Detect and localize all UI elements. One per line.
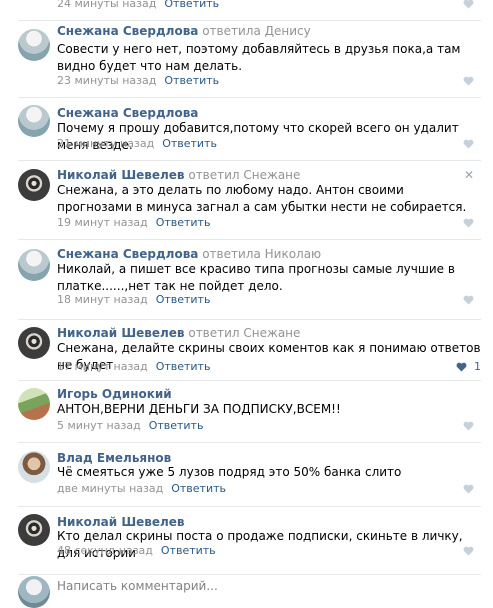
like-count: 1	[474, 360, 481, 373]
comment-meta: 5 минут назад Ответить	[57, 419, 203, 433]
reply-link[interactable]: Ответить	[149, 419, 204, 432]
like-icon[interactable]	[463, 139, 474, 149]
comment-time[interactable]: 19 минут назад	[57, 216, 148, 229]
comment-item: Влад Емельянов Чё смеяться уже 5 лузов по…	[0, 442, 493, 506]
author-name-link[interactable]: Николай Шевелев	[57, 326, 185, 340]
author-name-link[interactable]: Николай Шевелев	[57, 168, 185, 182]
comment-separator	[18, 239, 481, 240]
avatar	[18, 576, 50, 608]
comment-author-line: Игорь Одинокий	[57, 386, 172, 402]
comment-author-line: Снежана Свердлова ответила Николаю	[57, 246, 321, 262]
author-name-link[interactable]: Влад Емельянов	[57, 451, 171, 465]
comment-separator	[18, 20, 481, 21]
comment-item: Николай Шевелев ответил Снежане Снежана, …	[0, 319, 493, 380]
like-icon[interactable]	[463, 484, 474, 494]
close-icon[interactable]: ✕	[464, 169, 474, 181]
avatar[interactable]	[18, 249, 50, 281]
comment-input[interactable]: Написать комментарий...	[57, 579, 218, 593]
comment-time: 24 минуты назад	[57, 0, 157, 10]
comment-author-line: Николай Шевелев ответил Снежане	[57, 325, 300, 341]
comment-time[interactable]: 5 минут назад	[57, 419, 141, 432]
comment-separator	[18, 506, 481, 507]
comment-item: Снежана Свердлова ответила Денису Совести…	[0, 20, 493, 97]
reply-link[interactable]: Ответить	[171, 482, 226, 495]
avatar[interactable]	[18, 388, 50, 420]
like-icon[interactable]	[463, 546, 474, 556]
reply-to-link[interactable]: ответила Денису	[198, 24, 311, 38]
comment-meta: 21 минуту назад Ответить	[57, 137, 217, 151]
avatar[interactable]	[18, 327, 50, 359]
comment-meta: 17 минут назад Ответить	[57, 360, 210, 374]
comment-time[interactable]: 18 минут назад	[57, 293, 148, 306]
author-name-link[interactable]: Снежана Свердлова	[57, 106, 198, 120]
author-name-link[interactable]: Снежана Свердлова	[57, 247, 198, 261]
reply-link[interactable]: Ответить	[156, 360, 211, 373]
comment-author-line: Снежана Свердлова ответила Денису	[57, 23, 311, 39]
like-icon[interactable]	[463, 76, 474, 86]
comment-time[interactable]: 48 секунд назад	[57, 544, 153, 557]
reply-link[interactable]: Ответить	[156, 216, 211, 229]
comments-feed: 24 минуты назад Ответить Снежана Свердлов…	[0, 0, 493, 589]
reply-link[interactable]: Ответить	[161, 544, 216, 557]
author-name-link[interactable]: Снежана Свердлова	[57, 24, 198, 38]
comment-text: АНТОН,ВЕРНИ ДЕНЬГИ ЗА ПОДПИСКУ,ВСЕМ!!	[57, 402, 341, 416]
comment-meta: 18 минут назад Ответить	[57, 293, 210, 307]
comment-time[interactable]: 21 минуту назад	[57, 137, 154, 150]
comment-text: Снежана, а это делать по любому надо. Ан…	[57, 183, 467, 214]
reply-link[interactable]: Ответить	[156, 293, 211, 306]
comment-time[interactable]: две минуты назад	[57, 482, 163, 495]
avatar[interactable]	[18, 29, 50, 61]
reply-link[interactable]: Ответить	[162, 137, 217, 150]
comment-composer[interactable]: Написать комментарий...	[0, 574, 493, 608]
reply-to-link[interactable]: ответил Снежане	[185, 326, 300, 340]
like-icon[interactable]	[463, 295, 474, 305]
avatar[interactable]	[18, 514, 50, 546]
author-name-link[interactable]: Игорь Одинокий	[57, 387, 172, 401]
reply-to-link[interactable]: ответила Николаю	[198, 247, 321, 261]
comment-item: Николай Шевелев Кто делал скрины поста о …	[0, 506, 493, 570]
comment-separator	[18, 160, 481, 161]
comment-text: Чё смеяться уже 5 лузов подряд это 50% б…	[57, 465, 402, 479]
comment-item: Снежана Свердлова ответила Николаю Никола…	[0, 239, 493, 319]
like-icon[interactable]	[456, 362, 467, 372]
comment-meta: 19 минут назад Ответить	[57, 216, 210, 230]
comment-separator	[18, 380, 481, 381]
like-icon[interactable]	[463, 421, 474, 431]
comment-time[interactable]: 17 минут назад	[57, 360, 148, 373]
comment-meta: 48 секунд назад Ответить	[57, 544, 216, 558]
comment-item: Николай Шевелев ответил Снежане Снежана, …	[0, 160, 493, 239]
comment-author-line: Снежана Свердлова	[57, 105, 198, 121]
avatar[interactable]	[18, 451, 50, 483]
reply-link[interactable]: Ответить	[164, 74, 219, 87]
comment-text: Николай, а пишет все красиво типа прогно…	[57, 262, 455, 293]
reply-to-link[interactable]: ответил Снежане	[185, 168, 300, 182]
comment-time[interactable]: 23 минуты назад	[57, 74, 156, 87]
author-name-link[interactable]: Николай Шевелев	[57, 515, 185, 529]
comment-author-line: Николай Шевелев ответил Снежане	[57, 167, 300, 183]
avatar[interactable]	[18, 105, 50, 137]
comment-meta: две минуты назад Ответить	[57, 482, 226, 496]
comment-item: Снежана Свердлова Почему я прошу добавитс…	[0, 97, 493, 160]
comment-separator	[18, 319, 481, 320]
avatar[interactable]	[18, 169, 50, 201]
comment-separator	[18, 97, 481, 98]
previous-comment-meta: 24 минуты назад Ответить	[57, 0, 219, 10]
comment-separator	[18, 442, 481, 443]
reply-link[interactable]: Ответить	[164, 0, 219, 10]
like-icon[interactable]	[463, 218, 474, 228]
like-icon[interactable]	[463, 0, 474, 9]
comment-text: Совести у него нет, поэтому добавляйтесь…	[57, 42, 461, 73]
comment-item: Игорь Одинокий АНТОН,ВЕРНИ ДЕНЬГИ ЗА ПОДП…	[0, 380, 493, 442]
comment-meta: 23 минуты назад Ответить	[57, 74, 219, 88]
